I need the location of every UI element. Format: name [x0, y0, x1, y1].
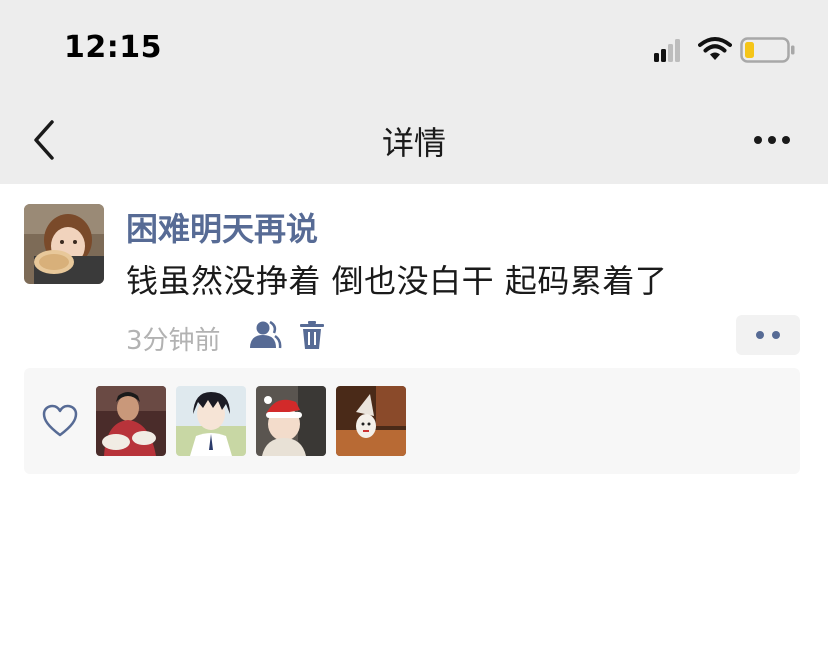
signal-icon [654, 38, 688, 62]
trash-icon[interactable] [298, 320, 326, 350]
liker-avatar[interactable] [336, 386, 406, 456]
liker-avatar[interactable] [176, 386, 246, 456]
page-title: 详情 [381, 124, 446, 162]
wifi-icon [698, 37, 732, 60]
more-horizontal-icon [754, 136, 762, 144]
likes-section [24, 368, 800, 474]
visibility-icon [250, 320, 282, 349]
post-content: 钱虽然没挣着 倒也没白干 起码累着了 [126, 262, 668, 300]
child-eating-photo [24, 204, 104, 284]
comment-like-menu-icon [756, 331, 764, 339]
comment-like-menu-button[interactable] [736, 315, 800, 355]
poster-name[interactable]: 困难明天再说 [126, 204, 318, 250]
status-time: 12:15 [64, 30, 162, 65]
more-button[interactable] [748, 128, 796, 152]
liker-avatar[interactable] [96, 386, 166, 456]
top-bar: 12:15 详情 [0, 0, 828, 184]
battery-icon [740, 37, 795, 63]
post-timestamp: 3分钟前 [126, 326, 221, 356]
moment-detail-screen: 12:15 详情 困难明天再说 钱虽然没挣着 倒也没白干 起码累着了 3分钟前 [0, 0, 828, 646]
poster-avatar[interactable] [24, 204, 104, 284]
heart-icon [42, 404, 78, 437]
liker-avatar[interactable] [256, 386, 326, 456]
